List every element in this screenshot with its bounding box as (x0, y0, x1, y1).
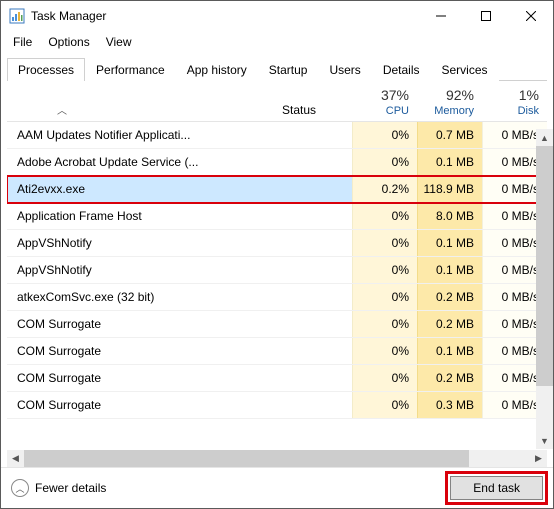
memory-cell: 0.1 MB (417, 149, 482, 175)
memory-cell: 0.3 MB (417, 392, 482, 418)
cpu-cell: 0% (352, 257, 417, 283)
table-row[interactable]: COM Surrogate0%0.1 MB0 MB/s (7, 338, 547, 365)
process-name: AAM Updates Notifier Applicati... (7, 128, 352, 142)
memory-cell: 0.1 MB (417, 230, 482, 256)
sort-indicator-icon: ︿ (57, 102, 67, 117)
table-row[interactable]: Ati2evxx.exe0.2%118.9 MB0 MB/s (7, 176, 547, 203)
menu-file[interactable]: File (5, 33, 40, 51)
memory-cell: 0.1 MB (417, 338, 482, 364)
tab-processes[interactable]: Processes (7, 58, 85, 81)
cpu-cell: 0% (352, 392, 417, 418)
table-row[interactable]: COM Surrogate0%0.3 MB0 MB/s (7, 392, 547, 419)
memory-cell: 0.2 MB (417, 365, 482, 391)
cpu-cell: 0% (352, 338, 417, 364)
process-name: AppVShNotify (7, 236, 352, 250)
tab-performance[interactable]: Performance (85, 58, 176, 81)
scroll-up-icon[interactable]: ▲ (536, 129, 553, 146)
cpu-pct: 37% (352, 87, 409, 103)
scroll-down-icon[interactable]: ▼ (536, 432, 553, 449)
col-name-header[interactable]: ︿ (7, 102, 282, 117)
table-row[interactable]: Adobe Acrobat Update Service (...0%0.1 M… (7, 149, 547, 176)
process-name: Ati2evxx.exe (7, 182, 352, 196)
hscroll-thumb[interactable] (24, 450, 469, 467)
col-memory-header[interactable]: 92% Memory (417, 87, 482, 117)
menu-view[interactable]: View (98, 33, 140, 51)
process-name: COM Surrogate (7, 344, 352, 358)
fewer-details-label: Fewer details (35, 481, 106, 495)
cpu-cell: 0% (352, 230, 417, 256)
memory-cell: 0.2 MB (417, 311, 482, 337)
process-name: AppVShNotify (7, 263, 352, 277)
cpu-cell: 0.2% (352, 176, 417, 202)
menubar: File Options View (1, 31, 553, 53)
memory-cell: 0.2 MB (417, 284, 482, 310)
disk-label: Disk (518, 105, 539, 117)
tab-services[interactable]: Services (431, 58, 499, 81)
memory-label: Memory (434, 105, 474, 117)
process-name: COM Surrogate (7, 317, 352, 331)
col-status-header[interactable]: Status (282, 103, 352, 117)
menu-options[interactable]: Options (40, 33, 97, 51)
process-list: AAM Updates Notifier Applicati...0%0.7 M… (7, 122, 547, 450)
cpu-cell: 0% (352, 311, 417, 337)
memory-cell: 8.0 MB (417, 203, 482, 229)
tab-details[interactable]: Details (372, 58, 431, 81)
table-row[interactable]: AppVShNotify0%0.1 MB0 MB/s (7, 257, 547, 284)
table-row[interactable]: AppVShNotify0%0.1 MB0 MB/s (7, 230, 547, 257)
table-row[interactable]: COM Surrogate0%0.2 MB0 MB/s (7, 311, 547, 338)
process-name: Application Frame Host (7, 209, 352, 223)
tabbar: ProcessesPerformanceApp historyStartupUs… (7, 57, 547, 81)
footer: ︿ Fewer details End task (1, 467, 553, 508)
table-row[interactable]: atkexComSvc.exe (32 bit)0%0.2 MB0 MB/s (7, 284, 547, 311)
cpu-cell: 0% (352, 365, 417, 391)
process-name: COM Surrogate (7, 371, 352, 385)
minimize-button[interactable] (418, 1, 463, 31)
cpu-cell: 0% (352, 203, 417, 229)
memory-cell: 118.9 MB (417, 176, 482, 202)
tab-app-history[interactable]: App history (176, 58, 258, 81)
window-title: Task Manager (31, 9, 418, 23)
fewer-details-button[interactable]: ︿ Fewer details (11, 479, 106, 497)
table-row[interactable]: COM Surrogate0%0.2 MB0 MB/s (7, 365, 547, 392)
cpu-cell: 0% (352, 149, 417, 175)
memory-pct: 92% (417, 87, 474, 103)
cpu-cell: 0% (352, 284, 417, 310)
app-icon (9, 8, 25, 24)
close-button[interactable] (508, 1, 553, 31)
col-cpu-header[interactable]: 37% CPU (352, 87, 417, 117)
status-label: Status (282, 103, 316, 117)
maximize-button[interactable] (463, 1, 508, 31)
tab-users[interactable]: Users (318, 58, 371, 81)
tab-startup[interactable]: Startup (258, 58, 319, 81)
titlebar[interactable]: Task Manager (1, 1, 553, 31)
table-row[interactable]: AAM Updates Notifier Applicati...0%0.7 M… (7, 122, 547, 149)
end-task-button[interactable]: End task (450, 476, 543, 500)
process-name: Adobe Acrobat Update Service (... (7, 155, 352, 169)
disk-pct: 1% (482, 87, 539, 103)
horizontal-scrollbar[interactable]: ◀ ▶ (7, 450, 547, 467)
chevron-up-icon: ︿ (11, 479, 29, 497)
cpu-cell: 0% (352, 122, 417, 148)
memory-cell: 0.7 MB (417, 122, 482, 148)
scroll-left-icon[interactable]: ◀ (7, 450, 24, 467)
vertical-scrollbar[interactable]: ▲ ▼ (536, 129, 553, 449)
table-row[interactable]: Application Frame Host0%8.0 MB0 MB/s (7, 203, 547, 230)
memory-cell: 0.1 MB (417, 257, 482, 283)
scroll-right-icon[interactable]: ▶ (530, 450, 547, 467)
process-name: atkexComSvc.exe (32 bit) (7, 290, 352, 304)
col-disk-header[interactable]: 1% Disk (482, 87, 547, 117)
column-headers: ︿ Status 37% CPU 92% Memory 1% Disk (7, 81, 547, 122)
process-name: COM Surrogate (7, 398, 352, 412)
cpu-label: CPU (386, 105, 409, 117)
vscroll-thumb[interactable] (536, 146, 553, 386)
